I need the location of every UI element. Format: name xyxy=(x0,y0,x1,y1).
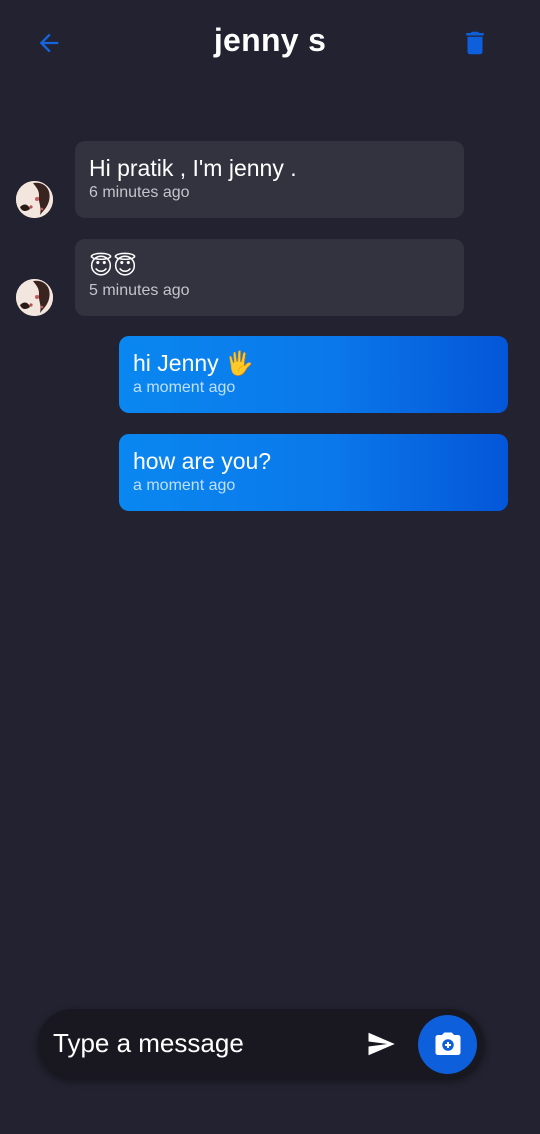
message-timestamp: a moment ago xyxy=(133,477,236,494)
delete-chat-button[interactable] xyxy=(458,26,492,60)
message-timestamp: 6 minutes ago xyxy=(89,184,190,201)
send-button[interactable] xyxy=(361,1026,401,1062)
camera-button[interactable] xyxy=(418,1015,477,1074)
message-text: 😇😇 xyxy=(89,253,137,279)
app-bar: jenny s xyxy=(0,0,540,86)
incoming-message-bubble[interactable]: 😇😇 5 minutes ago xyxy=(75,239,464,316)
avatar xyxy=(16,181,53,218)
message-timestamp: a moment ago xyxy=(133,379,236,396)
message-text: hi Jenny 🖐 xyxy=(133,350,254,376)
message-composer xyxy=(38,1009,484,1078)
avatar xyxy=(16,279,53,316)
message-text: Hi pratik , I'm jenny . xyxy=(89,155,297,181)
message-input[interactable] xyxy=(53,1027,353,1059)
message-text: how are you? xyxy=(133,448,272,474)
message-timestamp: 5 minutes ago xyxy=(89,282,190,299)
trash-icon xyxy=(466,31,484,55)
camera-icon xyxy=(435,1032,460,1055)
outgoing-message-bubble[interactable]: hi Jenny 🖐 a moment ago xyxy=(119,336,508,413)
incoming-message-bubble[interactable]: Hi pratik , I'm jenny . 6 minutes ago xyxy=(75,141,464,218)
outgoing-message-bubble[interactable]: how are you? a moment ago xyxy=(119,434,508,511)
send-icon xyxy=(368,1032,395,1056)
